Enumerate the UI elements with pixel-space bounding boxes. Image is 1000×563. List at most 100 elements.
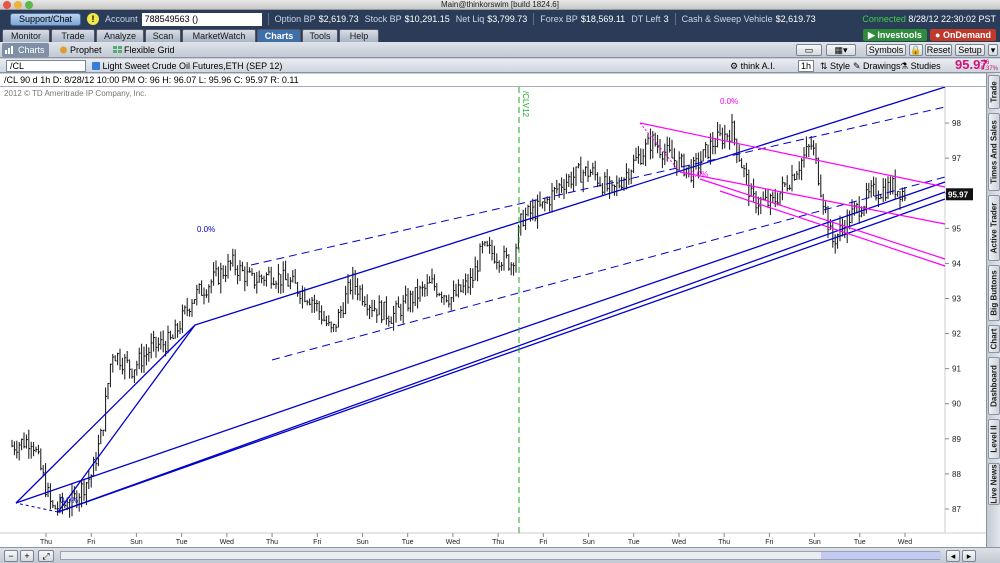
option-bp-value: $2,619.73	[318, 14, 359, 24]
ondemand-label: OnDemand	[942, 30, 991, 40]
subtab-prophet-label: Prophet	[70, 45, 102, 55]
account-bar: Support/Chat ! Account 788549563 () Opti…	[0, 10, 1000, 28]
vtab-big-buttons[interactable]: Big Buttons	[988, 265, 1000, 321]
last-price-tag-label: 95.97	[948, 190, 969, 199]
vtab-times-and-sales-label: Times And Sales	[989, 120, 999, 184]
tab-analyze[interactable]: Analyze	[96, 29, 144, 42]
vtab-live-news[interactable]: Live News	[988, 463, 1000, 505]
drawings-button[interactable]: ✎ Drawings	[853, 60, 901, 72]
x-tick-label: Thu	[40, 539, 52, 546]
minimize-window-icon[interactable]	[14, 1, 22, 9]
y-tick-label: 97	[952, 154, 961, 163]
tab-charts[interactable]: Charts	[257, 29, 301, 42]
y-tick-label: 88	[952, 470, 961, 479]
x-tick-label: Fri	[539, 539, 548, 546]
subtab-flexible-grid[interactable]: Flexible Grid	[110, 43, 175, 57]
close-window-icon[interactable]	[3, 1, 11, 9]
chart-canvas[interactable]: 878889909192939495969798ThuFriSunTueWedT…	[0, 87, 986, 547]
vtab-big-buttons-label: Big Buttons	[989, 270, 999, 316]
setup-button[interactable]: Setup	[955, 44, 985, 56]
status-clock: Connected 8/28/12 22:30:02 PST	[862, 10, 996, 28]
x-tick-label: Fri	[87, 539, 96, 546]
fit-icon[interactable]: ⤢	[38, 550, 54, 562]
reset-button[interactable]: Reset	[925, 44, 952, 56]
account-select[interactable]: 788549563 ()	[141, 12, 262, 26]
vtab-level-ii-label: Level II	[989, 425, 999, 453]
main-nav: Monitor Trade Analyze Scan MarketWatch C…	[0, 28, 1000, 42]
grid-layout-button[interactable]: ▦▾	[826, 44, 856, 56]
vtab-active-trader[interactable]: Active Trader	[988, 195, 1000, 261]
x-tick-label: Fri	[765, 539, 774, 546]
vtab-times-and-sales[interactable]: Times And Sales	[988, 113, 1000, 191]
y-tick-label: 90	[952, 400, 961, 409]
y-tick-label: 91	[952, 365, 961, 374]
vtab-live-news-label: Live News	[989, 464, 999, 504]
interval-select[interactable]: 1h	[798, 60, 815, 72]
vtab-chart[interactable]: Chart	[988, 325, 1000, 353]
alert-icon[interactable]: !	[87, 13, 100, 25]
net-liq-label: Net Liq	[455, 14, 485, 24]
x-tick-label: Tue	[402, 539, 414, 546]
ondemand-button[interactable]: ● OnDemand	[930, 29, 996, 41]
bar-info-row: /CL 90 d 1h D: 8/28/12 10:00 PM O: 96 H:…	[0, 74, 986, 87]
support-chat-button[interactable]: Support/Chat	[10, 12, 82, 26]
subtab-prophet[interactable]: Prophet	[56, 43, 102, 57]
channel-leg-dash	[15, 502, 59, 513]
x-tick-label: Sun	[356, 539, 369, 546]
option-bp-label: Option BP	[274, 14, 316, 24]
subtab-charts[interactable]: Charts	[2, 43, 49, 57]
tab-tools[interactable]: Tools	[302, 29, 338, 42]
cash-sweep-label: Cash & Sweep Vehicle	[681, 14, 773, 24]
vtab-dashboard[interactable]: Dashboard	[988, 357, 1000, 415]
subtab-charts-label: Charts	[18, 45, 45, 55]
tab-scan[interactable]: Scan	[145, 29, 181, 42]
channel-leg-b	[57, 324, 196, 513]
prophet-icon	[60, 46, 67, 54]
tab-marketwatch[interactable]: MarketWatch	[182, 29, 256, 42]
x-tick-label: Sun	[582, 539, 595, 546]
dt-left-value: 3	[663, 14, 669, 24]
tab-help[interactable]: Help	[339, 29, 379, 42]
tab-trade[interactable]: Trade	[51, 29, 95, 42]
symbol-input[interactable]: /CL	[6, 60, 86, 72]
x-tick-label: Wed	[446, 539, 460, 546]
time-scrollbar[interactable]	[60, 551, 941, 560]
symbols-button[interactable]: Symbols	[866, 44, 906, 56]
style-button[interactable]: ⇅ Style	[820, 60, 850, 72]
tab-monitor[interactable]: Monitor	[2, 29, 50, 42]
think-ai-label: think A.I.	[740, 61, 776, 71]
price-chart[interactable]: 2012 © TD Ameritrade IP Company, Inc. 87…	[0, 87, 986, 547]
cash-sweep-value: $2,619.73	[775, 14, 816, 24]
layout-button[interactable]: ▭	[796, 44, 822, 56]
investools-button[interactable]: ▶ Investools	[863, 29, 927, 41]
zoom-window-icon[interactable]	[25, 1, 33, 9]
scroll-left-icon[interactable]: ◂	[946, 550, 960, 562]
symbol-description: Light Sweet Crude Oil Futures,ETH (SEP 1…	[92, 59, 282, 73]
forex-bp-value: $18,569.11	[580, 14, 626, 24]
lock-icon[interactable]: 🔒	[909, 44, 923, 56]
vtab-trade[interactable]: Trade	[988, 75, 1000, 109]
account-label: Account	[105, 14, 138, 24]
price-change-pct: -0.37%	[979, 66, 999, 72]
x-tick-label: Tue	[176, 539, 188, 546]
x-tick-label: Thu	[266, 539, 278, 546]
zoom-in-icon[interactable]: +	[20, 550, 34, 562]
studies-label: Studies	[910, 61, 941, 71]
chart-bottom-bar: − + ⤢ ◂ ▸	[0, 547, 1000, 563]
subtab-flexible-grid-label: Flexible Grid	[124, 45, 175, 55]
scroll-right-icon[interactable]: ▸	[962, 550, 976, 562]
menu-arrow-icon[interactable]: ▾	[988, 44, 998, 56]
symbol-status-icon	[92, 62, 100, 70]
expiration-marker-label: /CLV12	[521, 91, 530, 118]
fib-label: 0.0%	[690, 170, 708, 179]
grid-icon	[113, 46, 122, 53]
fib-label: 0.0%	[720, 97, 738, 106]
think-ai-button[interactable]: ⚙ think A.I.	[730, 60, 775, 72]
datetime: 8/28/12 22:30:02 PST	[908, 14, 996, 24]
studies-button[interactable]: ⚗ Studies	[900, 60, 941, 72]
zoom-out-icon[interactable]: −	[4, 550, 18, 562]
scrollbar-thumb[interactable]	[821, 552, 941, 559]
charts-subnav: Charts Prophet Flexible Grid ▭ ▦▾ Symbol…	[0, 42, 1000, 58]
investools-label: Investools	[877, 30, 922, 40]
vtab-level-ii[interactable]: Level II	[988, 419, 1000, 459]
